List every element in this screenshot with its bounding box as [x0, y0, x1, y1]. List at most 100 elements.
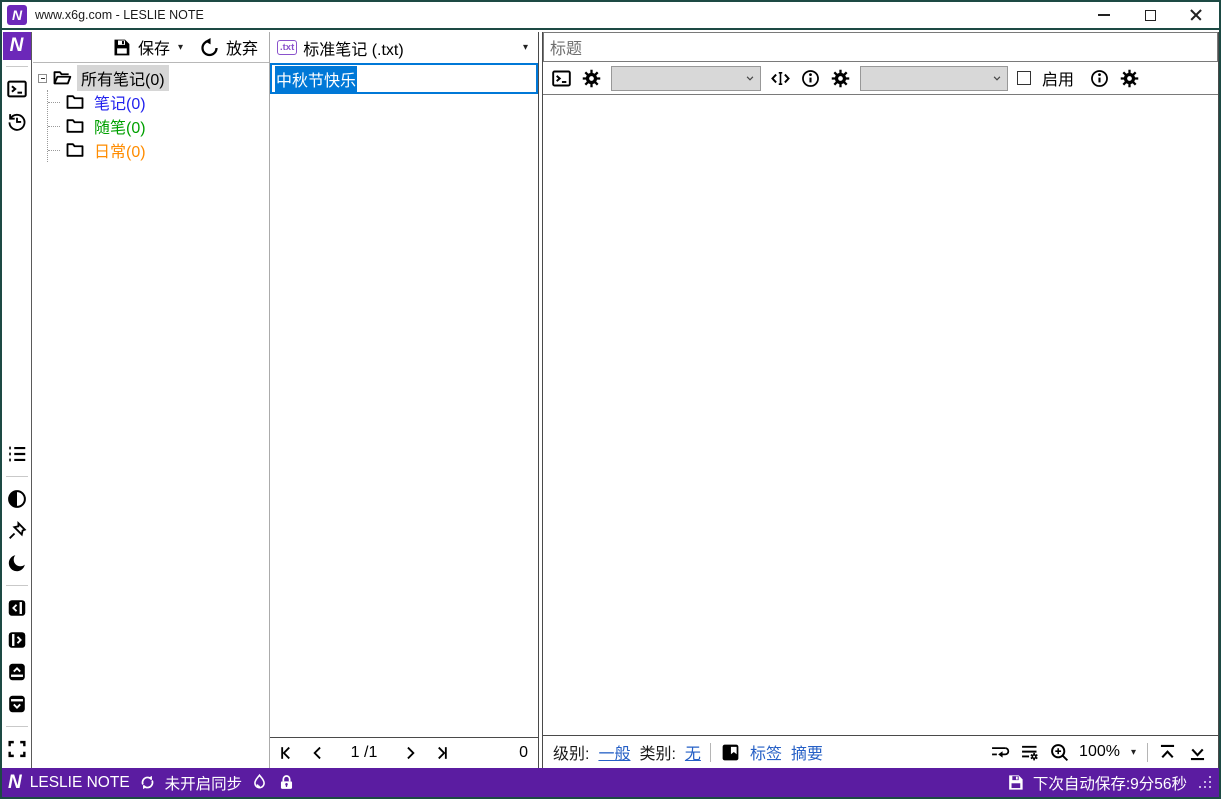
enable-label: 启用 [1042, 72, 1075, 89]
bookmark-icon[interactable] [720, 742, 741, 763]
close-icon [1190, 9, 1202, 21]
note-count: 0 [519, 744, 528, 761]
scroll-to-bottom-icon[interactable] [1187, 742, 1208, 763]
info-icon[interactable] [800, 68, 821, 89]
tree-children: 笔记(0) 随笔(0) 日常(0) [47, 90, 266, 162]
app-logo-icon: N [7, 5, 27, 25]
tree-connector [48, 101, 60, 103]
info-icon[interactable] [1089, 68, 1110, 89]
titlebar: N www.x6g.com - LESLIE NOTE [2, 2, 1219, 30]
divider [5, 476, 28, 477]
first-page-icon[interactable] [278, 743, 298, 763]
save-dropdown-caret-icon[interactable]: ▾ [176, 42, 185, 53]
zoom-level: 100% [1079, 743, 1120, 760]
gear-icon[interactable] [830, 68, 851, 89]
folder-icon [65, 116, 85, 136]
save-button[interactable]: 保存 [138, 35, 170, 59]
open-folder-icon [52, 68, 72, 88]
cursor-tag-icon[interactable] [770, 68, 791, 89]
tree-row-daily[interactable]: 日常(0) [48, 138, 266, 162]
tree-row-essays[interactable]: 随笔(0) [48, 114, 266, 138]
statusbar: N LESLIE NOTE 未开启同步 下次自动保存:9分56秒 [2, 768, 1219, 797]
tree-label[interactable]: 所有笔记(0) [77, 65, 169, 91]
maximize-button[interactable] [1127, 2, 1173, 28]
discard-button[interactable]: 放弃 [226, 35, 258, 59]
fullscreen-icon[interactable] [6, 738, 28, 760]
tree-row-notes[interactable]: 笔记(0) [48, 90, 266, 114]
zoom-dropdown-caret-icon[interactable]: ▾ [1129, 747, 1138, 758]
history-icon[interactable] [6, 110, 28, 132]
next-page-icon[interactable] [400, 743, 420, 763]
editor-dropdown-1[interactable] [611, 65, 761, 91]
tree-label[interactable]: 随笔(0) [90, 113, 150, 139]
minimize-icon [1098, 14, 1110, 16]
summary-link[interactable]: 摘要 [791, 740, 823, 764]
sync-status[interactable]: 未开启同步 [165, 772, 243, 794]
note-title-selected-text: 中秋节快乐 [275, 65, 358, 92]
scroll-to-top-icon[interactable] [1157, 742, 1178, 763]
terminal-icon[interactable] [6, 78, 28, 100]
maximize-icon [1144, 9, 1156, 21]
terminal-icon[interactable] [551, 68, 572, 89]
tags-link[interactable]: 标签 [750, 740, 782, 764]
app-logo-icon: N [8, 771, 22, 793]
gear-icon[interactable] [581, 68, 602, 89]
note-content-area[interactable] [543, 95, 1218, 735]
tree-connector [48, 125, 60, 127]
pin-icon[interactable] [6, 520, 28, 542]
previous-page-icon[interactable] [308, 743, 328, 763]
category-label: 类别: [639, 746, 676, 763]
window-title: www.x6g.com - LESLIE NOTE [35, 8, 204, 22]
divider [709, 742, 711, 762]
enable-checkbox[interactable] [1017, 71, 1031, 85]
collapse-up-panel-icon[interactable] [6, 661, 28, 683]
undo-icon [199, 37, 220, 58]
close-button[interactable] [1173, 2, 1219, 28]
chevron-down-icon [993, 76, 1001, 81]
minimize-button[interactable] [1081, 2, 1127, 28]
divider [5, 66, 28, 67]
title-placeholder: 标题 [550, 41, 583, 58]
collapse-down-panel-icon[interactable] [6, 693, 28, 715]
editor-meta-bar: 级别: 一般 类别: 无 标签 摘要 100% ▾ [543, 735, 1218, 768]
page-indicator: 1 /1 [350, 744, 378, 761]
list-settings-icon[interactable] [1019, 742, 1040, 763]
txt-file-icon: .txt [277, 40, 298, 55]
folder-tree: 所有笔记(0) 笔记(0) 随笔(0) 日常(0) [38, 65, 266, 162]
tree-connector [48, 149, 60, 151]
editor-dropdown-2[interactable] [860, 65, 1008, 91]
divider [1147, 742, 1148, 762]
editor-panel: 标题 启用 级别: 一般 类别: 无 标签 摘要 100% ▾ [542, 32, 1219, 768]
autosave-icon [1006, 773, 1025, 792]
lock-icon[interactable] [277, 773, 296, 792]
panel-divider [269, 32, 270, 768]
zoom-in-icon[interactable] [1049, 742, 1070, 763]
divider [5, 726, 28, 727]
note-title-edit-field[interactable]: 中秋节快乐 [270, 63, 538, 94]
note-type-dropdown[interactable]: .txt 标准笔记 (.txt) ▾ [270, 32, 538, 63]
collapse-right-panel-icon[interactable] [6, 629, 28, 651]
tree-label[interactable]: 日常(0) [90, 137, 150, 163]
note-type-caret-icon: ▾ [522, 42, 528, 53]
flame-icon[interactable] [250, 773, 269, 792]
chevron-down-icon [746, 76, 754, 81]
app-logo-icon[interactable]: N [2, 32, 31, 60]
dark-mode-moon-icon[interactable] [6, 552, 28, 574]
list-icon[interactable] [6, 443, 28, 465]
collapse-left-panel-icon[interactable] [6, 597, 28, 619]
list-pagination: 1 /1 0 [270, 737, 538, 768]
app-window: N www.x6g.com - LESLIE NOTE N 保存 ▾ 放弃 .t… [0, 0, 1221, 799]
sync-icon[interactable] [138, 773, 157, 792]
tree-label[interactable]: 笔记(0) [90, 89, 150, 115]
title-input[interactable]: 标题 [543, 32, 1218, 62]
tree-collapse-toggle[interactable] [38, 73, 47, 83]
resize-grip[interactable] [1199, 775, 1213, 790]
last-page-icon[interactable] [430, 743, 450, 763]
tree-row-all-notes[interactable]: 所有笔记(0) [38, 65, 266, 91]
level-value-link[interactable]: 一般 [598, 740, 630, 764]
word-wrap-icon[interactable] [989, 742, 1010, 763]
gear-icon[interactable] [1119, 68, 1140, 89]
contrast-icon[interactable] [6, 488, 28, 510]
autosave-countdown: 下次自动保存:9分56秒 [1032, 775, 1187, 793]
category-value-link[interactable]: 无 [685, 740, 701, 764]
